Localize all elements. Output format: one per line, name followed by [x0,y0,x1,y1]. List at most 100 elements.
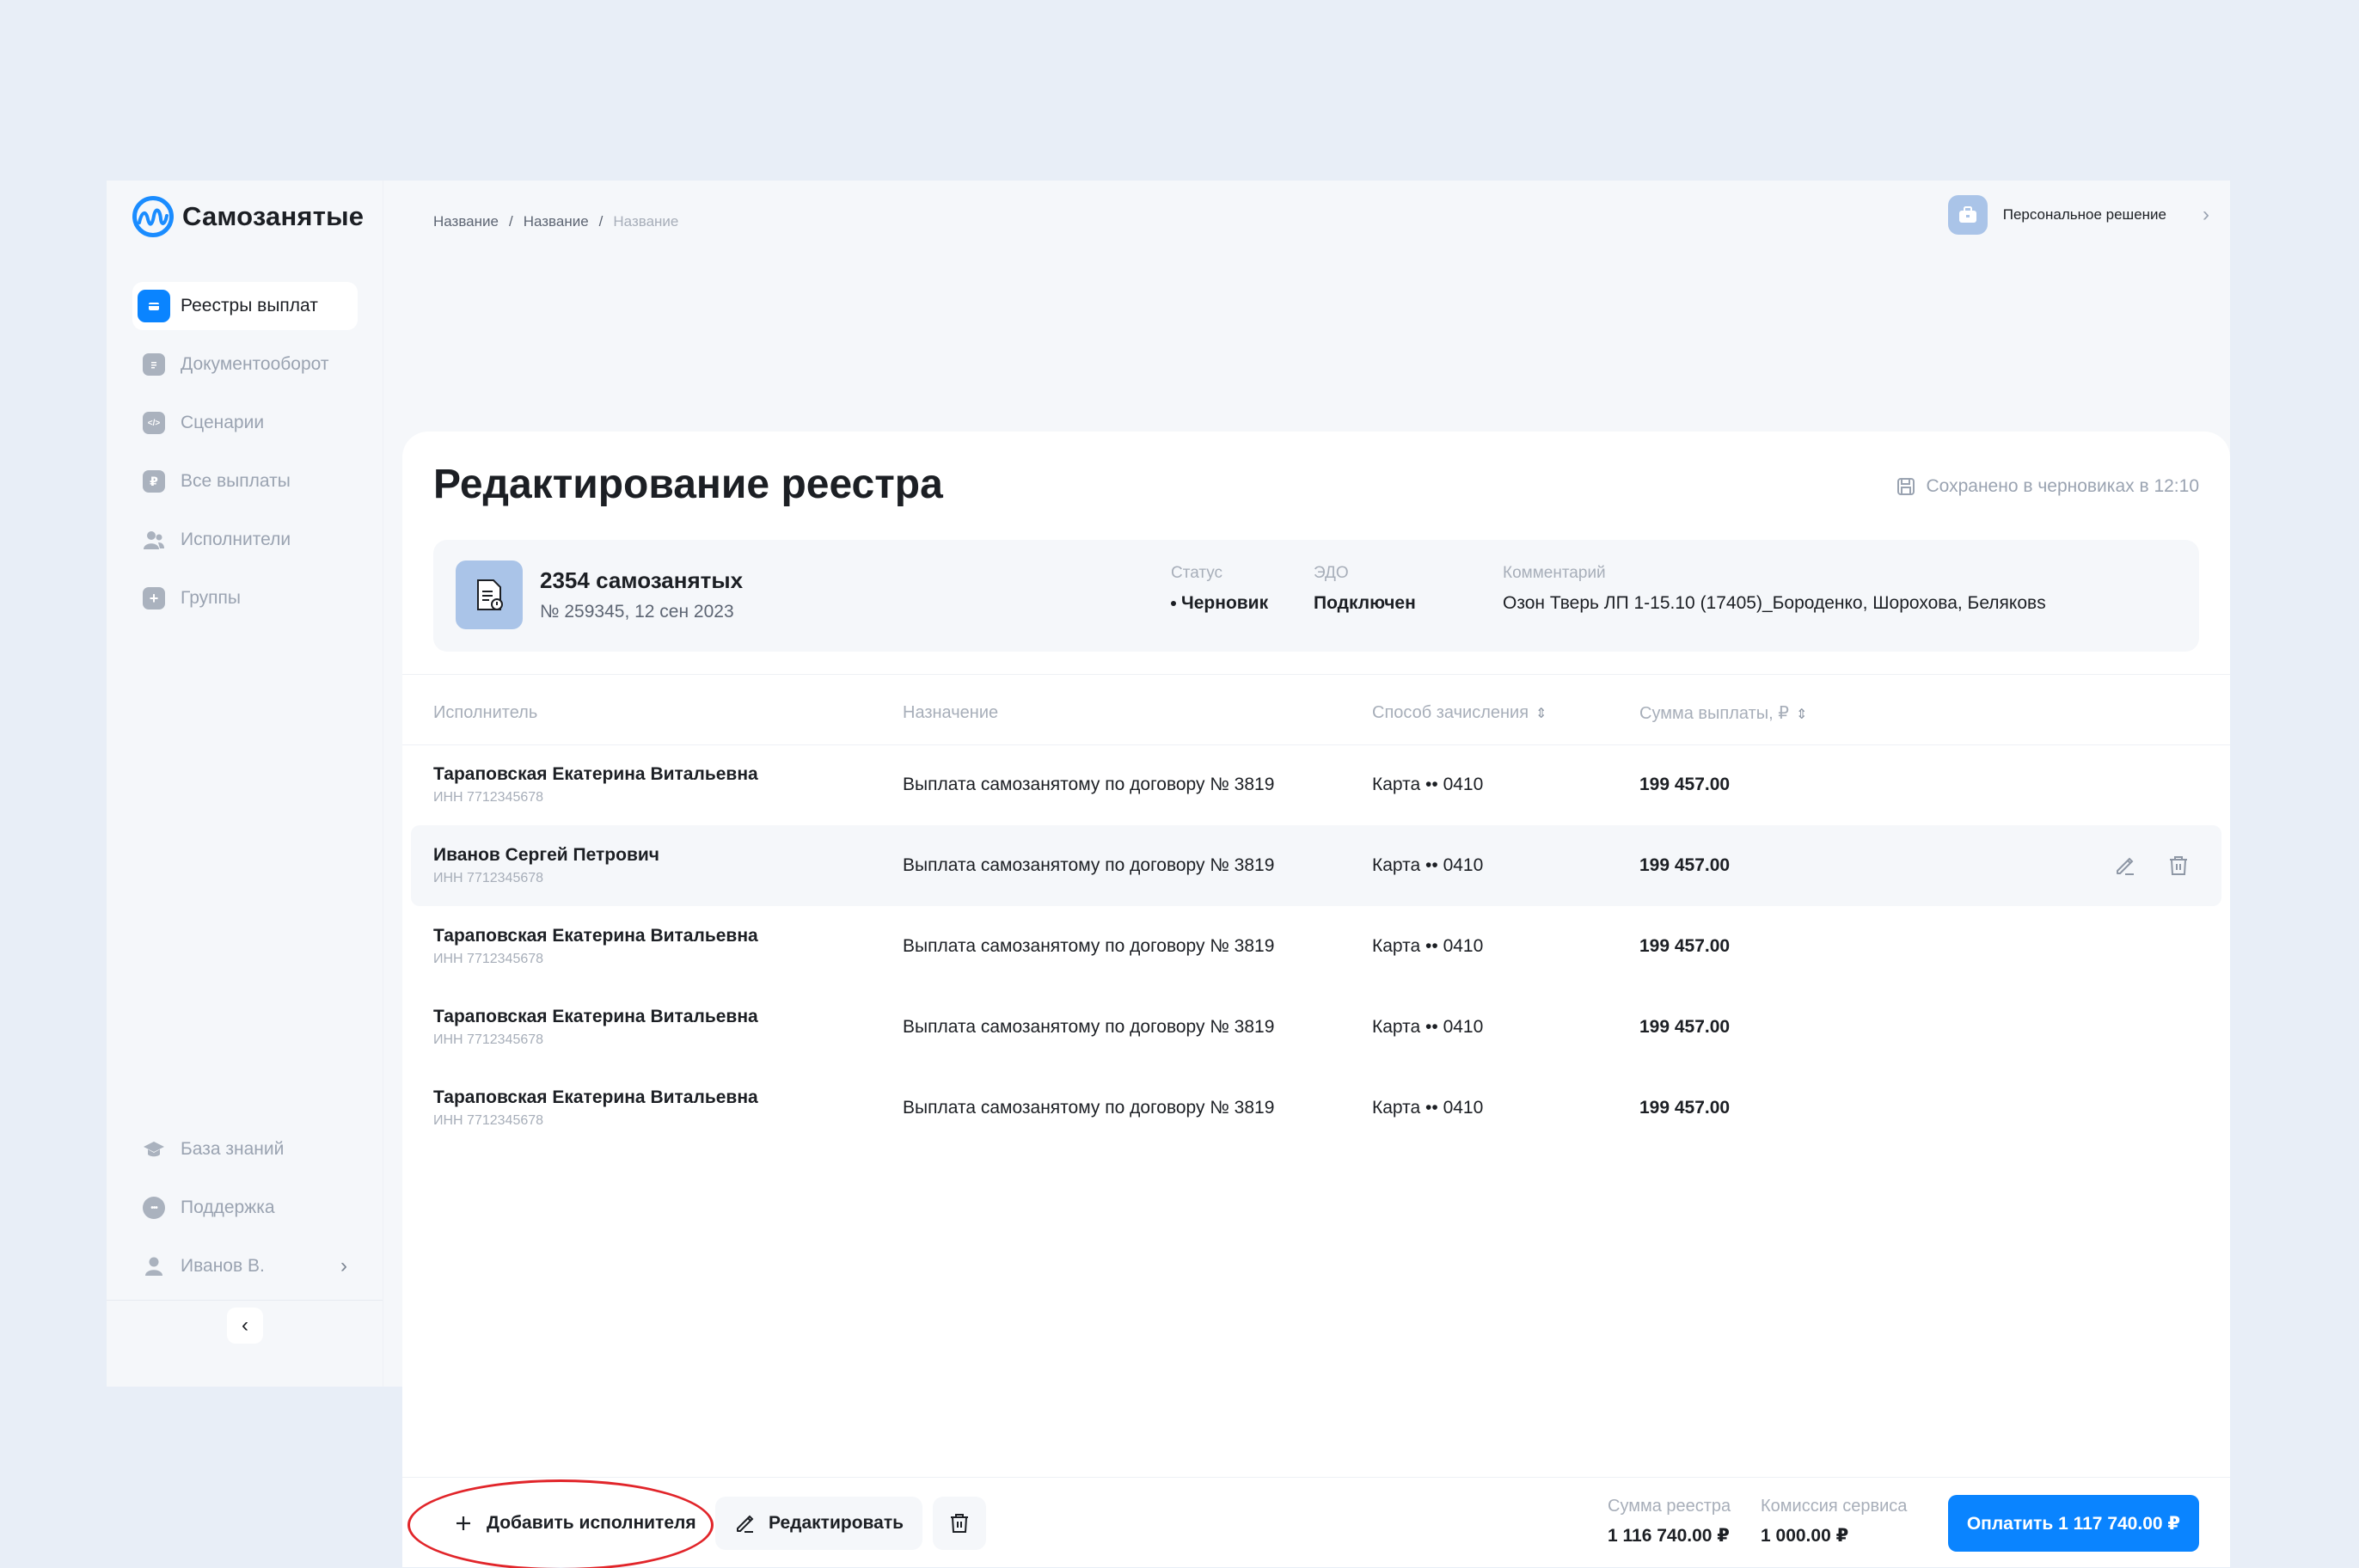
sidebar-item-documents[interactable]: Документооборот [132,340,358,389]
performer-name: Иванов Сергей Петрович [433,845,659,865]
sort-icon[interactable]: ⇕ [1796,707,1807,722]
sidebar-item-label: Исполнители [181,530,291,549]
sidebar-item-label: Реестры выплат [181,296,318,315]
app-window: Самозанятые Реестры выплат Документообор… [107,181,2230,1568]
table-row[interactable]: Тараповская Екатерина Витальевна ИНН 7712… [411,906,2221,987]
add-performer-button[interactable]: Добавить исполнителя [433,1497,715,1550]
wallet-icon [138,290,170,322]
table-header: Исполнитель Назначение Способ зачисления… [433,691,2199,734]
table-body: Тараповская Екатерина Витальевна ИНН 7712… [411,744,2221,1148]
sidebar-item-performers[interactable]: Исполнители [132,516,358,564]
sidebar-nav: Реестры выплат Документооборот </> Сцена… [132,282,358,633]
sidebar-item-groups[interactable]: + Группы [132,574,358,622]
breadcrumb-separator: / [598,213,604,230]
breadcrumb-item[interactable]: Название [524,213,589,230]
users-icon [143,529,165,551]
status-badge: Черновик [1181,593,1269,613]
save-status-text: Сохранено в черновиках в 12:10 [1926,476,2199,496]
table-row[interactable]: Тараповская Екатерина Витальевна ИНН 7712… [411,987,2221,1068]
sidebar-item-registries[interactable]: Реестры выплат [132,282,358,330]
breadcrumb-current: Название [613,213,679,230]
graduation-cap-icon [143,1138,165,1161]
edit-pencil-icon[interactable] [2113,854,2137,878]
service-fee-value: 1 000.00 ₽ [1761,1526,1849,1546]
payment-purpose: Выплата самозанятому по договору № 3819 [903,1017,1275,1037]
persona-label: Персональное решение [2002,206,2166,223]
sidebar-item-scenarios[interactable]: </> Сценарии [132,399,358,447]
sidebar-item-label: Все выплаты [181,471,291,491]
payment-purpose: Выплата самозанятому по договору № 3819 [903,775,1275,794]
column-header-purpose: Назначение [903,702,999,722]
edo-field: ЭДО Подключен [1314,564,1416,614]
status-dot [1171,601,1176,607]
chat-icon: ••• [143,1197,165,1219]
column-header-method[interactable]: Способ зачисления ⇕ [1372,703,1547,723]
floppy-disk-icon [1897,478,1915,495]
performer-inn: ИНН 7712345678 [433,1032,544,1047]
sidebar-item-label: Сценарии [181,413,265,432]
collapse-sidebar-button[interactable]: ‹ [227,1308,263,1344]
sidebar-item-label: Поддержка [181,1197,275,1217]
sidebar-bottom: База знаний ••• Поддержка Иванов В. › [132,1125,358,1301]
code-icon: </> [143,412,165,434]
sidebar-item-label: Документооборот [181,354,329,374]
service-fee-label: Комиссия сервиса [1761,1497,1908,1516]
edo-label: ЭДО [1314,564,1349,582]
payment-method: Карта •• 0410 [1372,775,1484,794]
page-title: Редактирование реестра [433,462,943,507]
pay-button[interactable]: Оплатить 1 117 740.00 ₽ [1947,1495,2199,1552]
payment-amount: 199 457.00 [1639,1098,1731,1118]
delete-button[interactable] [933,1497,986,1550]
sidebar-item-payouts[interactable]: ₽ Все выплаты [132,457,358,505]
brand-name: Самозанятые [182,201,365,231]
payment-purpose: Выплата самозанятому по договору № 3819 [903,855,1275,875]
comment-label: Комментарий [1503,564,1606,582]
edit-label: Редактировать [769,1513,904,1533]
sidebar-item-profile[interactable]: Иванов В. › [132,1242,358,1290]
chevron-right-icon: › [2203,203,2209,226]
payment-purpose: Выплата самозанятому по договору № 3819 [903,936,1275,956]
performer-name: Тараповская Екатерина Витальевна [433,1087,758,1107]
table-row[interactable]: Иванов Сергей Петрович ИНН 7712345678 Вып… [411,825,2221,906]
document-icon [143,353,165,376]
chevron-left-icon: ‹ [242,1314,248,1337]
sort-icon[interactable]: ⇕ [1535,707,1547,721]
status-label: Статус [1171,564,1223,582]
folder-plus-icon: + [143,587,165,609]
status-value: Черновик [1171,593,1268,614]
performer-inn: ИНН 7712345678 [433,1113,544,1128]
performer-name: Тараповская Екатерина Витальевна [433,926,758,946]
status-field: Статус Черновик [1171,564,1268,614]
edit-pencil-icon [737,1515,754,1533]
chevron-right-icon: › [340,1254,347,1277]
payment-amount: 199 457.00 [1639,775,1731,794]
document-info-icon [456,560,523,629]
table-row[interactable]: Тараповская Екатерина Витальевна ИНН 7712… [411,744,2221,825]
performer-name: Тараповская Екатерина Витальевна [433,764,758,784]
registry-info-panel: 2354 самозанятых № 259345, 12 сен 2023 С… [433,540,2199,652]
user-icon [143,1255,165,1277]
comment-field: Комментарий Озон Тверь ЛП 1-15.10 (17405… [1503,564,2046,614]
performer-inn: ИНН 7712345678 [433,952,544,966]
payment-method: Карта •• 0410 [1372,1098,1484,1118]
table-row[interactable]: Тараповская Екатерина Витальевна ИНН 7712… [411,1068,2221,1148]
breadcrumb-item[interactable]: Название [433,213,499,230]
registry-title: 2354 самозанятых [540,567,744,593]
trash-icon[interactable] [2166,854,2190,878]
sidebar-item-label: Иванов В. [181,1256,265,1276]
payment-amount: 199 457.00 [1639,1017,1731,1037]
performer-inn: ИНН 7712345678 [433,790,544,805]
registry-number: № 259345, 12 сен 2023 [540,602,734,622]
column-header-amount[interactable]: Сумма выплаты, ₽ ⇕ [1639,702,1807,724]
sidebar-divider [107,1300,383,1301]
persona-switcher[interactable]: Персональное решение › [1947,193,2209,237]
sidebar-item-knowledge-base[interactable]: База знаний [132,1125,358,1173]
plus-icon [456,1516,470,1530]
column-header-performer: Исполнитель [433,702,538,722]
logo[interactable]: Самозанятые [132,193,364,241]
sidebar-item-label: Группы [181,588,241,608]
payment-amount: 199 457.00 [1639,936,1731,956]
edit-button[interactable]: Редактировать [715,1497,923,1550]
sidebar-item-label: База знаний [181,1139,285,1159]
sidebar-item-support[interactable]: ••• Поддержка [132,1184,358,1232]
